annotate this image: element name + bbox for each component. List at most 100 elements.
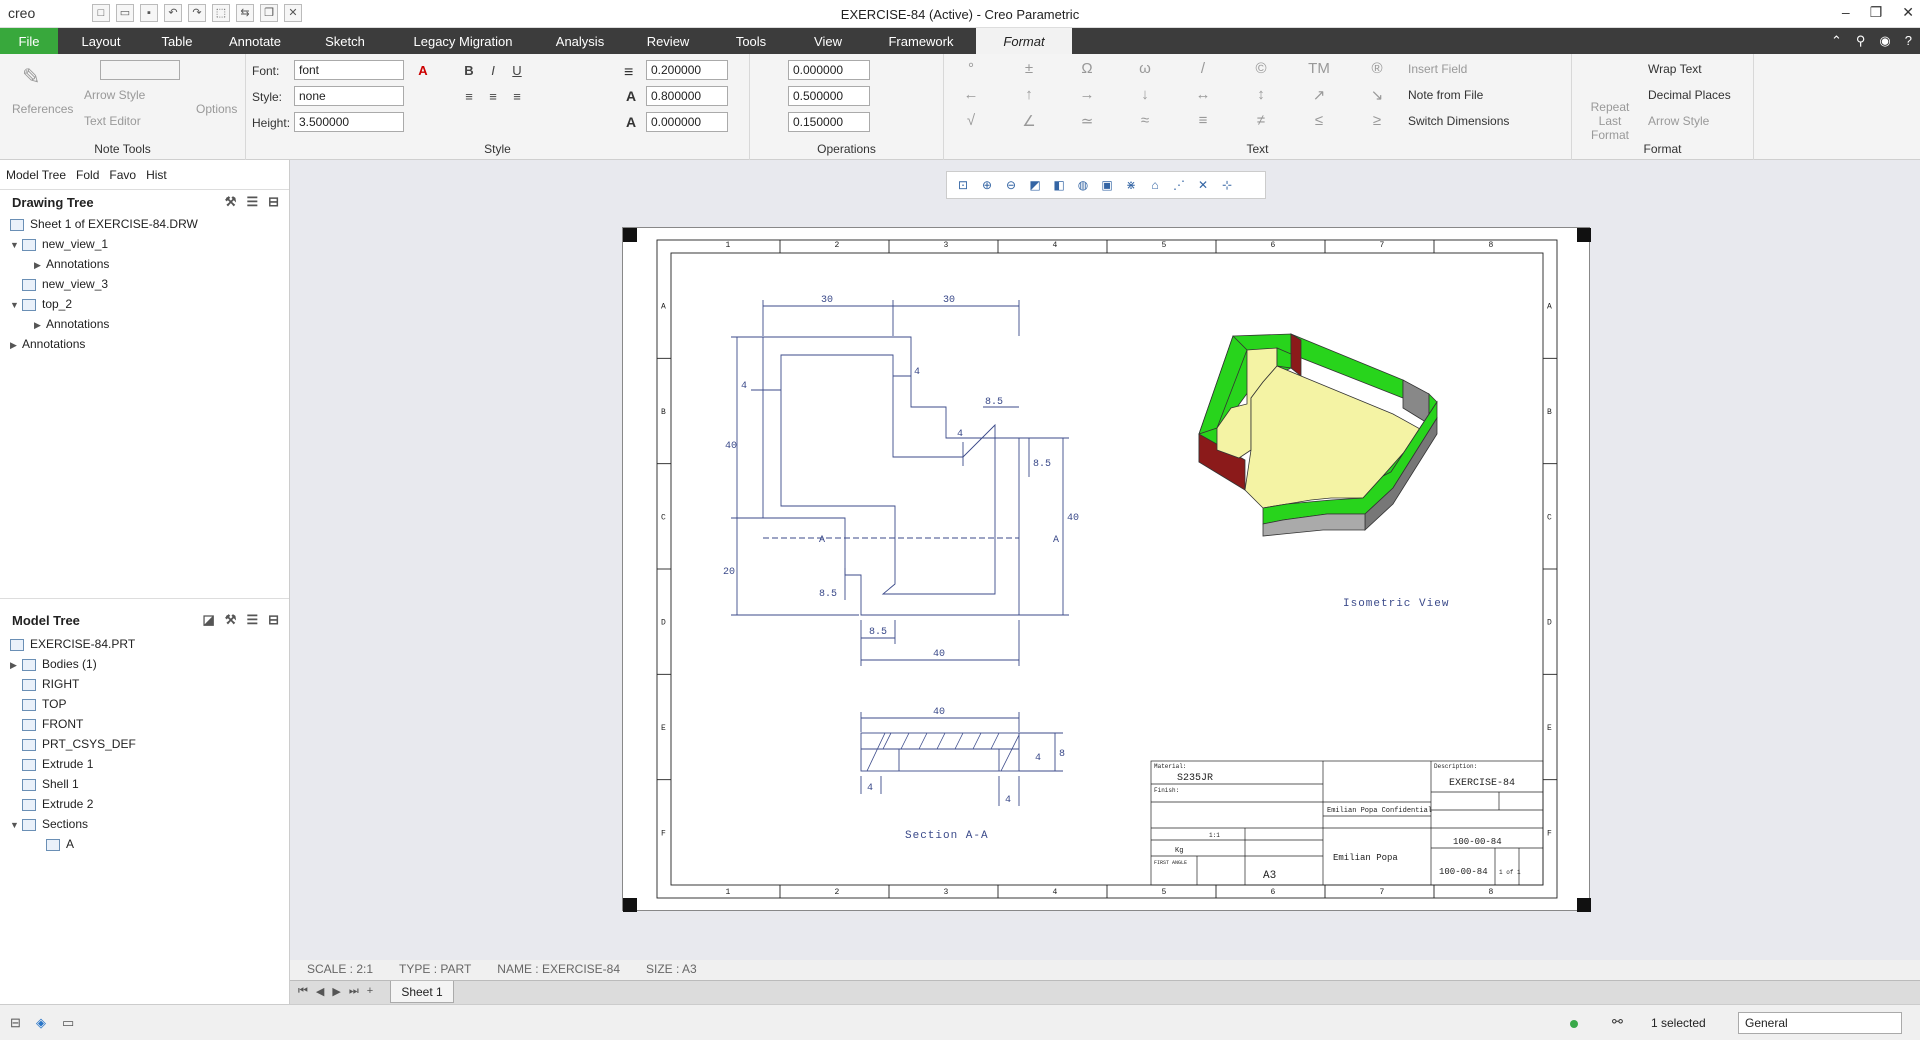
symbol-button[interactable]: ↔ [1188, 86, 1218, 103]
tree-columns-icon[interactable]: ☰ [246, 612, 258, 628]
maximize-icon[interactable]: ❐ [1870, 4, 1883, 21]
text-color-icon[interactable]: A [414, 62, 432, 80]
first-sheet-icon[interactable]: ⏮ [298, 985, 308, 998]
collapse-ribbon-icon[interactable]: ⌃ [1831, 33, 1842, 49]
symbol-button[interactable]: ↗ [1304, 86, 1334, 104]
style-select[interactable]: none [294, 86, 404, 106]
symbol-button[interactable]: ≠ [1246, 112, 1276, 129]
show-icon[interactable]: ◪ [202, 612, 214, 628]
zoom-in-icon[interactable]: ⊕ [977, 176, 997, 194]
symbol-button[interactable]: ← [956, 86, 986, 103]
symbol-button[interactable]: ® [1362, 60, 1392, 77]
tab-legacy-migration[interactable]: Legacy Migration [390, 28, 536, 54]
browser-icon[interactable]: ◈ [36, 1015, 46, 1031]
operations-field-3[interactable]: 0.000000 [646, 112, 728, 132]
arrow-style-format-button[interactable]: Arrow Style [1648, 114, 1709, 128]
operations-field-4[interactable]: 0.000000 [788, 60, 870, 80]
axis-display-icon[interactable]: ⋰ [1169, 176, 1189, 194]
close-icon[interactable]: ✕ [1902, 4, 1914, 21]
tree-item-view[interactable]: ▼ new_view_1 [10, 234, 289, 254]
style-label-group[interactable]: Style [246, 142, 749, 156]
symbol-button[interactable]: / [1188, 60, 1218, 77]
symbol-button[interactable]: ≥ [1362, 112, 1392, 129]
tree-item-annotations[interactable]: ▶ Annotations [10, 254, 289, 274]
operations-field-2[interactable]: 0.800000 [646, 86, 728, 106]
symbol-button[interactable]: ω [1130, 60, 1160, 77]
font-select[interactable]: font [294, 60, 404, 80]
underline-icon[interactable]: U [508, 62, 526, 80]
tab-layout[interactable]: Layout [58, 28, 144, 54]
align-left-icon[interactable]: ≡ [460, 88, 478, 106]
text-label[interactable]: Text [944, 142, 1571, 156]
minimize-icon[interactable]: – [1842, 4, 1850, 21]
tab-history[interactable]: Hist [146, 168, 167, 182]
refit-icon[interactable]: ⊡ [953, 176, 973, 194]
tree-item-plane[interactable]: TOP [10, 694, 136, 714]
tree-item-annotations[interactable]: ▶ Annotations [10, 314, 289, 334]
bold-icon[interactable]: B [460, 62, 478, 80]
symbol-button[interactable]: ≤ [1304, 112, 1334, 129]
tab-analysis[interactable]: Analysis [536, 28, 624, 54]
options-button[interactable]: Options [196, 102, 237, 116]
tree-filter-icon[interactable]: ⊟ [268, 612, 279, 628]
tree-item-section[interactable]: A [10, 834, 136, 854]
tab-annotate[interactable]: Annotate [210, 28, 300, 54]
tree-item-sheet[interactable]: Sheet 1 of EXERCISE-84.DRW [10, 214, 289, 234]
repaint-icon[interactable]: ◩ [1025, 176, 1045, 194]
add-sheet-icon[interactable]: + [367, 985, 373, 998]
drawing-tree-title[interactable]: Drawing Tree [12, 195, 94, 210]
symbol-button[interactable]: ± [1014, 60, 1044, 77]
selection-filter[interactable]: General [1738, 1012, 1902, 1034]
symbol-button[interactable]: → [1072, 86, 1102, 103]
tree-item-csys[interactable]: PRT_CSYS_DEF [10, 734, 136, 754]
panel-toggle-icon[interactable]: ⊟ [10, 1015, 21, 1031]
sheet-tab[interactable]: Sheet 1 [390, 981, 454, 1003]
next-sheet-icon[interactable]: ▶ [332, 985, 340, 998]
tab-model-tree[interactable]: Model Tree [6, 168, 66, 182]
help-icon[interactable]: ? [1905, 33, 1912, 49]
arrow-style-button[interactable]: Arrow Style [84, 88, 145, 102]
symbol-button[interactable]: TM [1304, 60, 1334, 77]
symbol-button[interactable]: √ [956, 112, 986, 129]
model-tree-title[interactable]: Model Tree [12, 613, 80, 628]
align-right-icon[interactable]: ≡ [508, 88, 526, 106]
symbol-button[interactable]: ↕ [1246, 86, 1276, 103]
drawing-sheet[interactable]: 1122334455667788AABBCCDDEEFF 30 30 4 4 4… [622, 227, 1591, 912]
repeat-last-format-button[interactable]: Repeat Last Format [1580, 100, 1640, 142]
decimal-places-button[interactable]: Decimal Places [1648, 88, 1731, 102]
symbol-button[interactable]: ≡ [1188, 112, 1218, 129]
user-icon[interactable]: ◉ [1879, 33, 1890, 49]
tree-item-annotations[interactable]: ▶ Annotations [10, 334, 289, 354]
csys-display-icon[interactable]: ⊹ [1217, 176, 1237, 194]
tree-item-plane[interactable]: RIGHT [10, 674, 136, 694]
operations-label[interactable]: Operations [750, 142, 943, 156]
tree-item-feature[interactable]: Extrude 2 [10, 794, 136, 814]
tree-item-sections[interactable]: ▼ Sections [10, 814, 136, 834]
tree-settings-icon[interactable]: ⚒ [225, 194, 237, 210]
fullscreen-icon[interactable]: ▭ [62, 1015, 74, 1031]
tree-item-feature[interactable]: Shell 1 [10, 774, 136, 794]
text-editor-button[interactable]: Text Editor [84, 114, 141, 128]
tab-framework[interactable]: Framework [866, 28, 976, 54]
references-button[interactable]: References [12, 102, 73, 116]
tab-review[interactable]: Review [624, 28, 712, 54]
symbol-button[interactable]: ° [956, 60, 986, 77]
tree-item-part[interactable]: EXERCISE-84.PRT [10, 634, 136, 654]
selection-count[interactable]: 1 selected [1651, 1016, 1706, 1030]
display-style-icon[interactable]: ◧ [1049, 176, 1069, 194]
symbol-button[interactable]: ≃ [1072, 112, 1102, 130]
tab-file[interactable]: File [0, 28, 58, 54]
search-icon[interactable]: ⚲ [1856, 33, 1866, 49]
shading-icon[interactable]: ◍ [1073, 176, 1093, 194]
operations-field-1[interactable]: 0.200000 [646, 60, 728, 80]
note-from-file-button[interactable]: Note from File [1408, 88, 1483, 102]
tree-item-plane[interactable]: FRONT [10, 714, 136, 734]
plane-display-icon[interactable]: ⌂ [1145, 176, 1165, 194]
point-display-icon[interactable]: ✕ [1193, 176, 1213, 194]
tab-folder[interactable]: Fold [76, 168, 99, 182]
symbol-button[interactable]: Ω [1072, 60, 1102, 77]
saved-views-icon[interactable]: ▣ [1097, 176, 1117, 194]
operations-field-5[interactable]: 0.500000 [788, 86, 870, 106]
switch-dimensions-button[interactable]: Switch Dimensions [1408, 114, 1509, 128]
operations-field-6[interactable]: 0.150000 [788, 112, 870, 132]
